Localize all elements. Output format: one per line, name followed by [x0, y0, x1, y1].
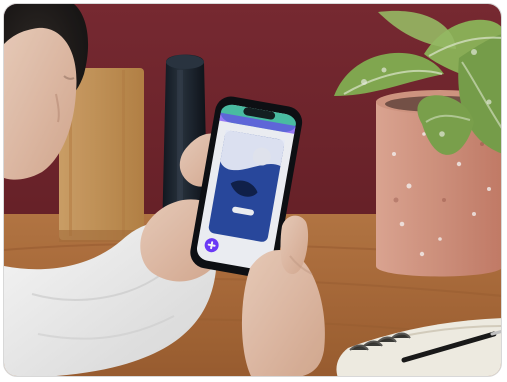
image-frame [3, 3, 502, 377]
photo-scene [4, 4, 501, 376]
